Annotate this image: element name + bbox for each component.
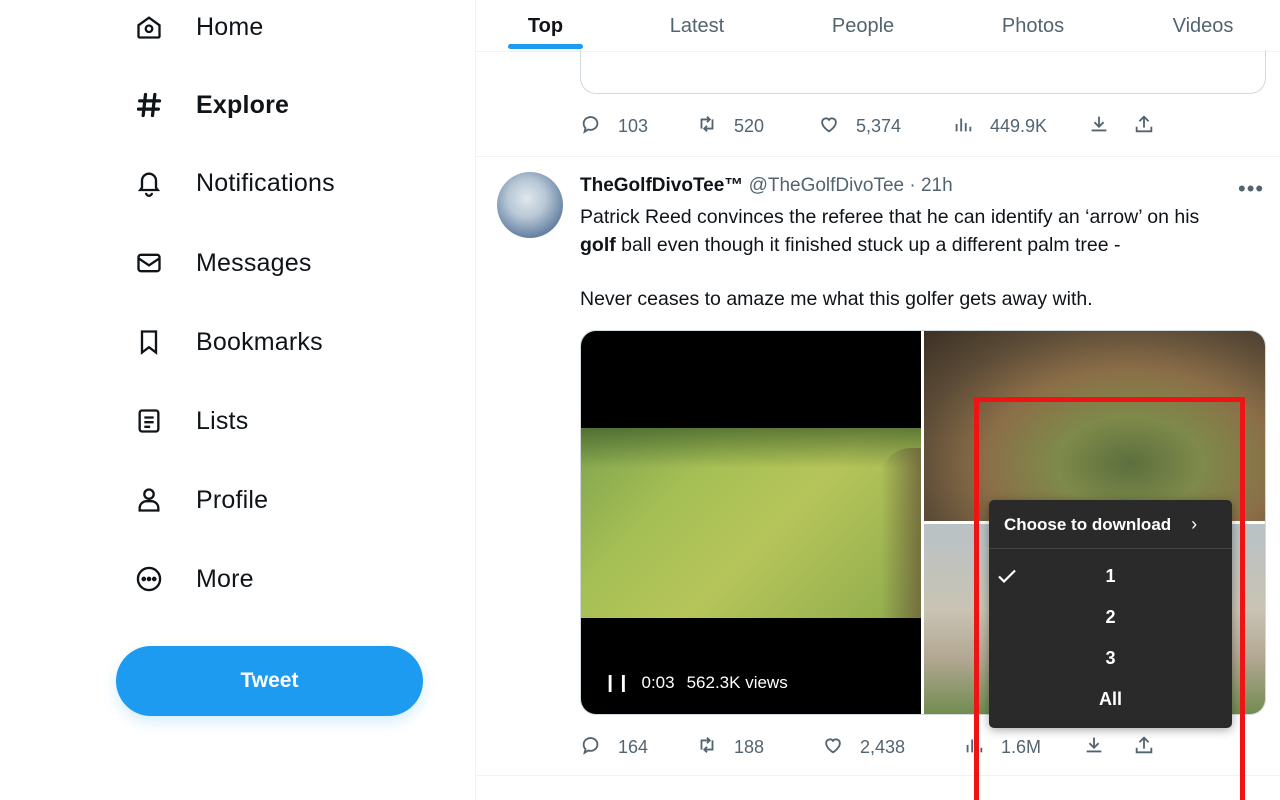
download-menu-title: Choose to download	[1004, 514, 1172, 534]
download-button[interactable]	[1083, 732, 1105, 762]
retweet-button[interactable]: 520	[696, 111, 764, 141]
highlighted-keyword: golf	[580, 234, 616, 256]
bookmark-icon	[132, 325, 166, 359]
reply-button[interactable]: 103	[580, 111, 648, 141]
tab-latest[interactable]: Latest	[647, 0, 747, 52]
sidebar-item-messages[interactable]: Messages	[132, 241, 312, 285]
analytics-icon	[952, 113, 974, 140]
reply-icon	[580, 113, 602, 140]
sidebar-item-more[interactable]: More	[132, 557, 254, 601]
sidebar-item-explore[interactable]: Explore	[132, 83, 289, 127]
tweet-actions: 164 188 2,438 1.6M	[580, 732, 1180, 762]
like-count: 2,438	[860, 736, 906, 757]
more-options-icon[interactable]: •••	[1238, 176, 1264, 202]
video-time: 0:03	[641, 673, 675, 692]
download-menu: Choose to download › 1 2 3 All	[989, 500, 1232, 728]
video-views: 562.3K views	[686, 673, 788, 692]
sidebar-item-label: Notifications	[196, 168, 335, 197]
tweet-button[interactable]: Tweet	[116, 646, 423, 716]
views-button[interactable]: 1.6M	[963, 732, 1041, 762]
tab-photos[interactable]: Photos	[983, 0, 1083, 52]
download-menu-header[interactable]: Choose to download ›	[1004, 514, 1197, 535]
sidebar-item-label: Profile	[196, 485, 269, 514]
tweet-header: TheGolfDivoTee™ @TheGolfDivoTee · 21h	[580, 175, 953, 197]
hashtag-icon	[132, 88, 166, 122]
views-count: 449.9K	[990, 115, 1048, 136]
more-circle-icon	[132, 562, 166, 596]
heart-icon	[822, 734, 844, 761]
bell-icon	[132, 166, 166, 200]
download-option-3[interactable]: 3	[989, 640, 1232, 676]
download-option-2[interactable]: 2	[989, 599, 1232, 635]
tweet-divider	[476, 156, 1280, 157]
share-button[interactable]	[1133, 111, 1155, 141]
download-button[interactable]	[1088, 111, 1110, 141]
sidebar-item-label: Explore	[196, 90, 290, 119]
reply-button[interactable]: 164	[580, 732, 648, 762]
download-option-all[interactable]: All	[989, 681, 1232, 717]
sidebar-item-profile[interactable]: Profile	[132, 478, 268, 522]
sidebar-item-label: Home	[196, 12, 264, 41]
retweet-count: 188	[734, 736, 765, 757]
quoted-card-bottom[interactable]	[580, 50, 1266, 94]
views-count: 1.6M	[1001, 736, 1042, 757]
tweet-text-line: golf ball even though it finished stuck …	[580, 231, 1266, 259]
like-button[interactable]: 5,374	[818, 111, 901, 141]
list-icon	[132, 404, 166, 438]
tab-people[interactable]: People	[813, 0, 913, 52]
person-icon	[132, 483, 166, 517]
avatar[interactable]	[497, 172, 563, 238]
sidebar-item-notifications[interactable]: Notifications	[132, 161, 335, 205]
tweet-text-line: Patrick Reed convinces the referee that …	[580, 206, 1200, 228]
download-icon	[1083, 734, 1105, 761]
pause-icon[interactable]: ❙❙	[603, 673, 630, 693]
sidebar-item-label: More	[196, 564, 254, 593]
views-button[interactable]: 449.9K	[952, 111, 1047, 141]
active-tab-indicator	[508, 44, 583, 49]
video-player[interactable]: ❙❙ 0:03 562.3K views	[581, 331, 921, 714]
sidebar-item-home[interactable]: Home	[132, 5, 264, 49]
tab-videos[interactable]: Videos	[1153, 0, 1253, 52]
reply-count: 103	[618, 115, 649, 136]
tweet-divider	[476, 775, 1280, 776]
sidebar-item-bookmarks[interactable]: Bookmarks	[132, 320, 323, 364]
download-icon	[1088, 113, 1110, 140]
retweet-button[interactable]: 188	[696, 732, 764, 762]
sidebar: Home Explore Notifications Messages Book…	[0, 0, 475, 800]
sidebar-item-lists[interactable]: Lists	[132, 399, 248, 443]
chevron-right-icon: ›	[1191, 514, 1198, 534]
home-icon	[132, 10, 166, 44]
video-frame	[581, 428, 921, 618]
sidebar-item-label: Messages	[196, 248, 312, 277]
header-separator: ·	[909, 175, 916, 196]
tweet-text-rest: ball even though it finished stuck up a …	[615, 234, 1121, 256]
tweet-text-line: Never ceases to amaze me what this golfe…	[580, 288, 1093, 310]
media-photo[interactable]	[924, 331, 1265, 521]
tweet-timestamp[interactable]: 21h	[921, 175, 953, 196]
reply-count: 164	[618, 736, 649, 757]
reply-icon	[580, 734, 602, 761]
author-name[interactable]: TheGolfDivoTee™	[580, 175, 743, 196]
share-icon	[1133, 734, 1155, 761]
like-button[interactable]: 2,438	[822, 732, 905, 762]
search-tabs: Top Latest People Photos Videos	[476, 0, 1280, 52]
sidebar-item-label: Lists	[196, 406, 249, 435]
share-button[interactable]	[1133, 732, 1155, 762]
author-handle[interactable]: @TheGolfDivoTee	[749, 175, 905, 196]
download-option-1[interactable]: 1	[989, 558, 1232, 594]
sidebar-item-label: Bookmarks	[196, 327, 323, 356]
share-icon	[1133, 113, 1155, 140]
retweet-icon	[696, 113, 718, 140]
video-info: ❙❙ 0:03 562.3K views	[603, 673, 788, 693]
envelope-icon	[132, 246, 166, 280]
heart-icon	[818, 113, 840, 140]
retweet-count: 520	[734, 115, 765, 136]
previous-tweet-actions: 103 520 5,374 449.9K	[580, 111, 1180, 141]
menu-divider	[989, 548, 1232, 549]
retweet-icon	[696, 734, 718, 761]
like-count: 5,374	[856, 115, 902, 136]
analytics-icon	[963, 734, 985, 761]
